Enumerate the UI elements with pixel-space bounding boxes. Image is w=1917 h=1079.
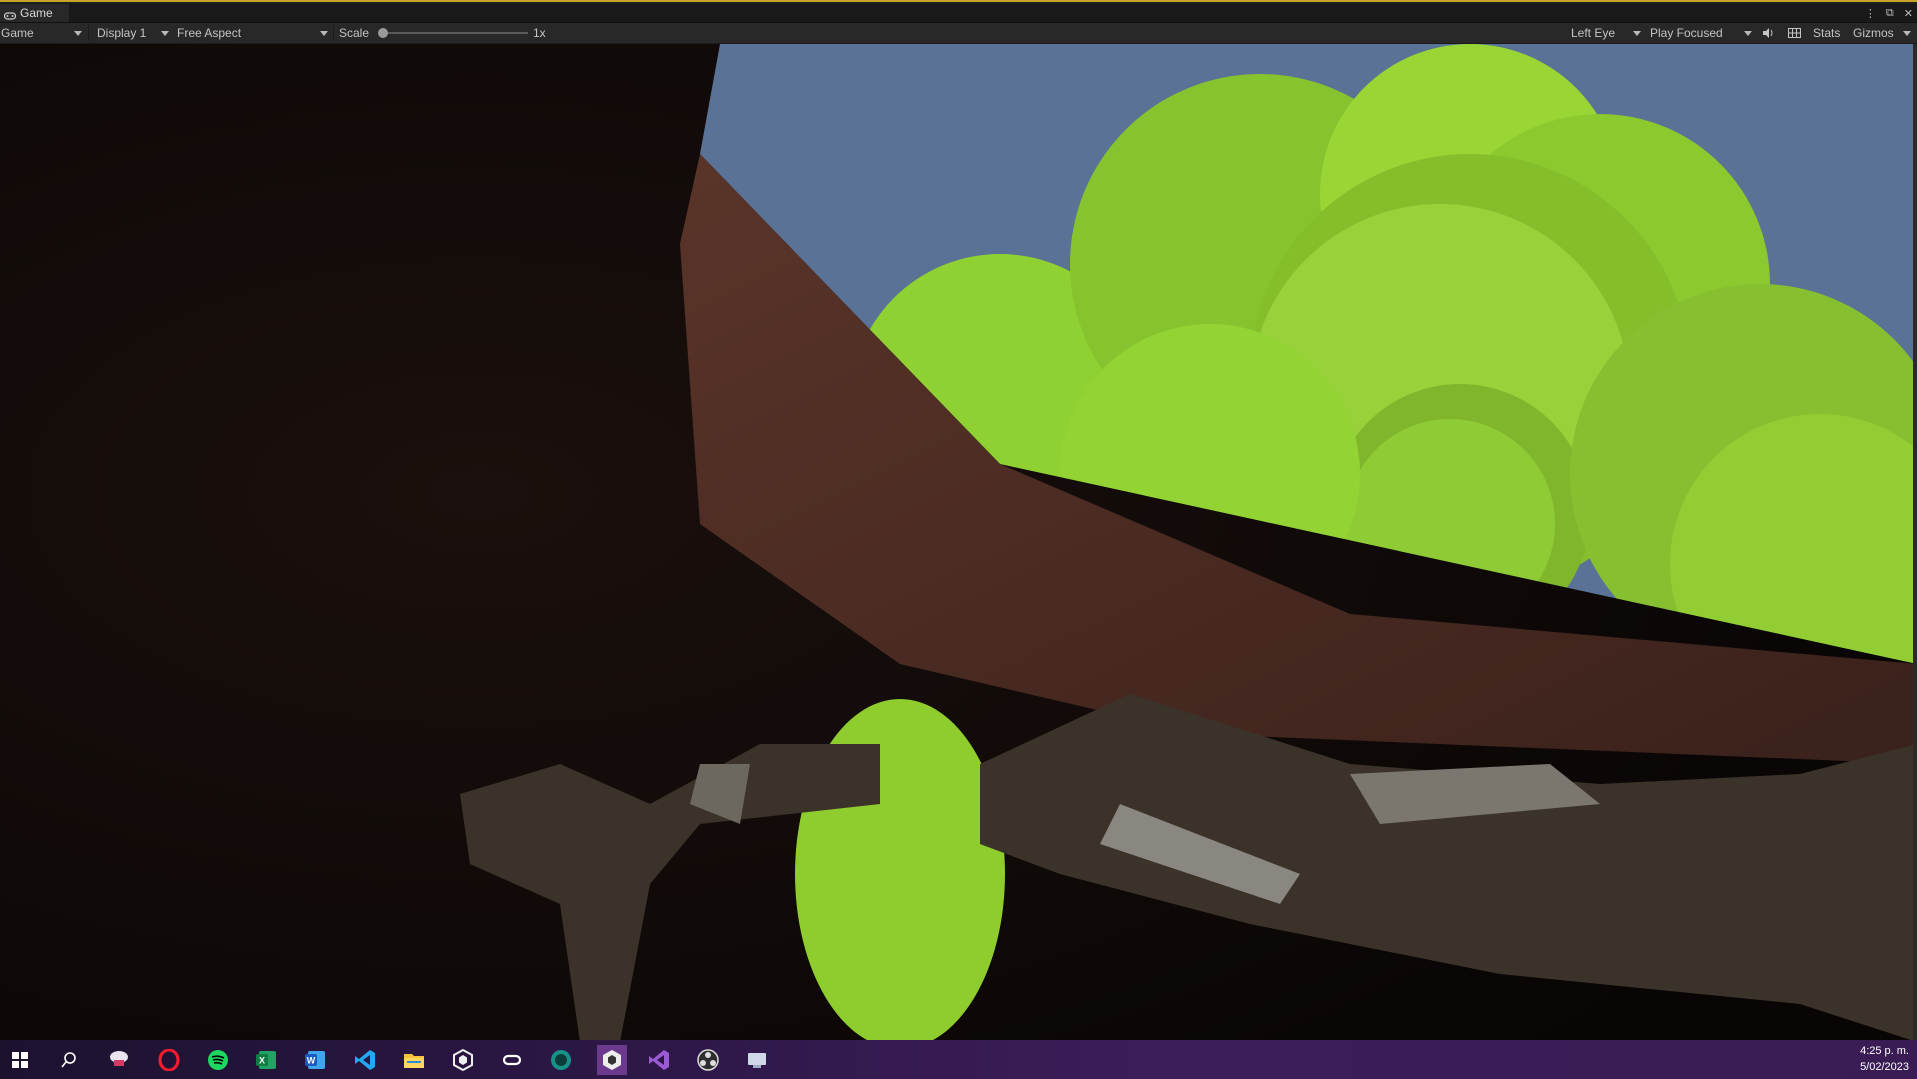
app-icon[interactable]	[106, 1047, 132, 1073]
game-viewport[interactable]	[0, 44, 1917, 1042]
viewport-right-edge	[1913, 44, 1917, 1042]
scale-slider-track[interactable]	[382, 32, 528, 34]
opera-icon[interactable]	[156, 1047, 182, 1073]
stats-button[interactable]: Stats	[1813, 23, 1840, 43]
chevron-down-icon	[1633, 31, 1641, 36]
scale-value: 1x	[533, 23, 546, 43]
eye-dropdown[interactable]: Left Eye	[1571, 23, 1615, 43]
gizmos-button[interactable]: Gizmos	[1853, 23, 1894, 43]
game-toolbar: Game Display 1 Free Aspect Scale 1x Left…	[0, 23, 1917, 44]
system-clock[interactable]: 4:25 p. m. 5/02/2023	[1860, 1043, 1909, 1075]
chevron-down-icon	[161, 31, 169, 36]
gizmos-label: Gizmos	[1853, 26, 1894, 40]
play-mode-dropdown[interactable]: Play Focused	[1650, 23, 1723, 43]
scale-label-text: Scale	[339, 26, 370, 40]
gamepad-icon	[3, 9, 17, 20]
search-icon[interactable]	[56, 1047, 82, 1073]
spotify-icon[interactable]	[205, 1047, 231, 1073]
chevron-down-icon	[1744, 31, 1752, 36]
mute-audio-button[interactable]	[1762, 23, 1774, 43]
tab-label: Game	[20, 6, 53, 20]
clock-time: 4:25 p. m.	[1860, 1045, 1909, 1057]
game-scene	[0, 44, 1917, 1042]
window-titlebar: Game ⋮ ⧉ ✕	[0, 4, 1917, 23]
excel-icon[interactable]: X	[254, 1047, 280, 1073]
grid-icon	[1788, 28, 1801, 38]
stats-label: Stats	[1813, 26, 1841, 40]
view-mode-dropdown[interactable]: Game	[1, 23, 34, 43]
chevron-down-icon	[74, 31, 82, 36]
eye-label: Left Eye	[1571, 26, 1616, 40]
gitkraken-icon[interactable]	[548, 1047, 574, 1073]
clock-date: 5/02/2023	[1860, 1061, 1909, 1073]
chevron-down-icon	[1903, 31, 1911, 36]
game-window: Game ⋮ ⧉ ✕ Game Display 1 Free Aspect Sc…	[0, 0, 1917, 1042]
close-icon[interactable]: ✕	[1904, 7, 1913, 20]
display-label: Display 1	[97, 26, 147, 40]
visual-studio-icon[interactable]	[646, 1047, 672, 1073]
desktop-app-icon[interactable]	[744, 1047, 770, 1073]
view-mode-label: Game	[1, 26, 34, 40]
unity-icon[interactable]	[597, 1045, 627, 1075]
display-dropdown[interactable]: Display 1	[97, 23, 146, 43]
word-icon[interactable]: W	[303, 1047, 329, 1073]
stats-grid-toggle[interactable]	[1788, 23, 1801, 43]
windows-start-icon[interactable]	[7, 1047, 33, 1073]
windows-taskbar: X W 4:25 p. m. 5/02/2023	[0, 1040, 1917, 1079]
obs-icon[interactable]	[695, 1047, 721, 1073]
play-mode-label: Play Focused	[1650, 26, 1723, 40]
aspect-label: Free Aspect	[177, 26, 242, 40]
svg-text:X: X	[259, 1056, 265, 1066]
chevron-down-icon	[320, 31, 328, 36]
more-options-icon[interactable]: ⋮	[1865, 7, 1876, 20]
vscode-icon[interactable]	[352, 1047, 378, 1073]
oculus-icon[interactable]	[499, 1047, 525, 1073]
unity-hub-icon[interactable]	[450, 1047, 476, 1073]
aspect-dropdown[interactable]: Free Aspect	[177, 23, 241, 43]
tab-game[interactable]: Game	[0, 4, 69, 22]
maximize-icon[interactable]: ⧉	[1886, 7, 1894, 20]
speaker-icon	[1763, 28, 1773, 38]
scale-label: Scale	[339, 23, 369, 43]
scale-slider-thumb[interactable]	[378, 28, 388, 38]
scale-value-text: 1x	[533, 26, 546, 40]
file-explorer-icon[interactable]	[401, 1047, 427, 1073]
svg-text:W: W	[307, 1056, 316, 1066]
